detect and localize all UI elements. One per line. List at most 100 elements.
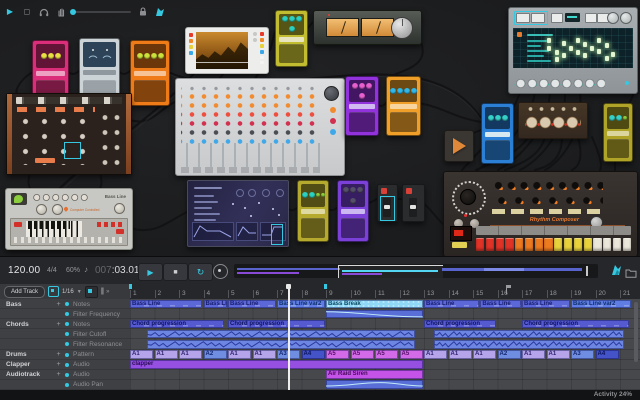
- pedal-display[interactable]: [83, 42, 116, 67]
- cutoff-knob[interactable]: [36, 204, 47, 215]
- master-section[interactable]: [330, 107, 336, 135]
- clip[interactable]: Air Raid Siren: [326, 370, 423, 379]
- volume-knob[interactable]: [114, 203, 125, 214]
- add-track-button[interactable]: Add Track: [4, 286, 45, 298]
- pattern-step-cell[interactable]: [583, 53, 587, 58]
- clip[interactable]: A1: [424, 350, 447, 359]
- lane-clapper-audio[interactable]: clapper: [130, 360, 640, 370]
- pattern-step-cell[interactable]: [576, 50, 580, 55]
- bassline-device[interactable]: Bass Line Computer Controlled: [5, 188, 133, 250]
- add-lane-button[interactable]: +: [54, 361, 63, 368]
- lane-active-dot[interactable]: [65, 383, 69, 387]
- red-button[interactable]: [14, 222, 22, 227]
- pedal-footswitch[interactable]: [349, 112, 375, 132]
- clip[interactable]: Chord progression: [522, 320, 629, 329]
- mini-button[interactable]: [406, 188, 412, 194]
- track-row[interactable]: Audio Pan: [0, 380, 130, 390]
- envelope-display[interactable]: [192, 222, 234, 241]
- pedal-footswitch[interactable]: [607, 139, 629, 158]
- clip[interactable]: [326, 310, 423, 319]
- synth-knob[interactable]: [236, 189, 244, 197]
- clip[interactable]: A1: [547, 350, 570, 359]
- swing-display[interactable]: 60%: [66, 267, 80, 274]
- add-lane-button[interactable]: +: [54, 371, 63, 378]
- envelope-editor-device[interactable]: [185, 27, 269, 74]
- pedal-knobs[interactable]: [607, 107, 629, 129]
- device-desktop[interactable]: ▶ ◻: [0, 0, 640, 256]
- app-logo-icon[interactable]: [610, 264, 623, 282]
- synth-panel-device[interactable]: [187, 180, 289, 247]
- master-knob[interactable]: [324, 86, 339, 101]
- orange-button[interactable]: [35, 158, 55, 163]
- record-button[interactable]: [213, 264, 228, 279]
- track-row[interactable]: Filter Resonance: [0, 339, 130, 349]
- zoom-slider-handle[interactable]: [70, 9, 76, 15]
- clip[interactable]: [147, 340, 415, 349]
- lane-audiotrack-audio[interactable]: Air Raid Siren: [130, 370, 640, 380]
- clip[interactable]: clapper: [130, 360, 423, 369]
- step-slider-row[interactable]: [14, 237, 124, 243]
- skip-forward-icon[interactable]: »: [106, 289, 109, 295]
- snap-icon[interactable]: [48, 286, 59, 297]
- red-button[interactable]: [116, 229, 124, 234]
- timeline-ruler[interactable]: 123456789101112131415161718192021: [130, 284, 640, 299]
- pattern-step-cell[interactable]: [605, 56, 609, 61]
- mini-button[interactable]: [381, 188, 387, 194]
- track-row[interactable]: Clapper+Audio: [0, 360, 130, 370]
- track-row[interactable]: Filter Cutoff: [0, 329, 130, 339]
- clip[interactable]: A1: [155, 350, 178, 359]
- lane-chords-filter-cutoff[interactable]: [130, 329, 640, 339]
- pattern-step-cell[interactable]: [597, 38, 601, 43]
- gain-knob[interactable]: [391, 17, 413, 39]
- tone-knob-row[interactable]: [492, 194, 603, 205]
- clip[interactable]: A1: [253, 350, 276, 359]
- pedal-knobs[interactable]: [485, 107, 510, 129]
- lane-active-dot[interactable]: [65, 373, 69, 377]
- clip[interactable]: A3: [571, 350, 594, 359]
- pedal-footswitch[interactable]: [485, 140, 510, 160]
- grid-resolution-select[interactable]: 1/16: [62, 289, 74, 295]
- right-buttons[interactable]: [260, 32, 264, 64]
- chevron-down-icon[interactable]: ▼: [77, 289, 82, 295]
- loop-start-marker[interactable]: [129, 284, 132, 289]
- folder-icon[interactable]: [625, 265, 637, 283]
- seq-knob[interactable]: [620, 12, 632, 24]
- pattern-step-cell[interactable]: [555, 50, 559, 55]
- pattern-step-cell[interactable]: [576, 38, 580, 43]
- knob-column[interactable]: [99, 110, 123, 165]
- pedal-knobs[interactable]: [301, 184, 325, 207]
- trigger-device[interactable]: [444, 130, 474, 162]
- clip[interactable]: A1: [179, 350, 202, 359]
- seq-knob[interactable]: [607, 12, 619, 24]
- lane-bass-notes[interactable]: Bass LineBass LineBass LineBass Line var…: [130, 299, 640, 309]
- pattern-grid-screen[interactable]: [513, 28, 633, 68]
- pedal-footswitch[interactable]: [390, 112, 417, 132]
- channel-faders[interactable]: [181, 143, 320, 167]
- tune-knob-row[interactable]: [32, 193, 90, 202]
- pattern-step-cell[interactable]: [583, 42, 587, 47]
- seq-button[interactable]: [551, 13, 563, 23]
- sequencer-section[interactable]: [10, 218, 128, 246]
- lane-active-dot[interactable]: [65, 312, 69, 316]
- pedal-amber-delay[interactable]: [386, 76, 421, 136]
- clip[interactable]: Bass Line var2: [571, 300, 631, 309]
- stop-button[interactable]: ■: [163, 263, 188, 281]
- pedal-knobs[interactable]: [134, 44, 166, 68]
- pedal-dimension[interactable]: [275, 10, 308, 67]
- clip[interactable]: [434, 340, 624, 349]
- clip[interactable]: Bass Line: [522, 300, 570, 309]
- clip[interactable]: A2: [204, 350, 227, 359]
- add-lane-button[interactable]: +: [54, 351, 63, 358]
- big-knob-row[interactable]: [525, 115, 581, 130]
- tempo-display[interactable]: 120.00: [8, 265, 40, 276]
- clip[interactable]: Bass Line var2: [277, 300, 325, 309]
- mode-dial[interactable]: [452, 181, 486, 215]
- clip[interactable]: A5: [351, 350, 374, 359]
- play-tool-icon[interactable]: ▶: [5, 7, 15, 17]
- clip[interactable]: Bass Line: [424, 300, 479, 309]
- clip[interactable]: A2: [498, 350, 521, 359]
- distortion-rack-device[interactable]: [518, 102, 588, 139]
- lane-chords-filter-resonance[interactable]: [130, 339, 640, 349]
- pattern-step-cell[interactable]: [569, 46, 573, 51]
- clip[interactable]: A1: [130, 350, 153, 359]
